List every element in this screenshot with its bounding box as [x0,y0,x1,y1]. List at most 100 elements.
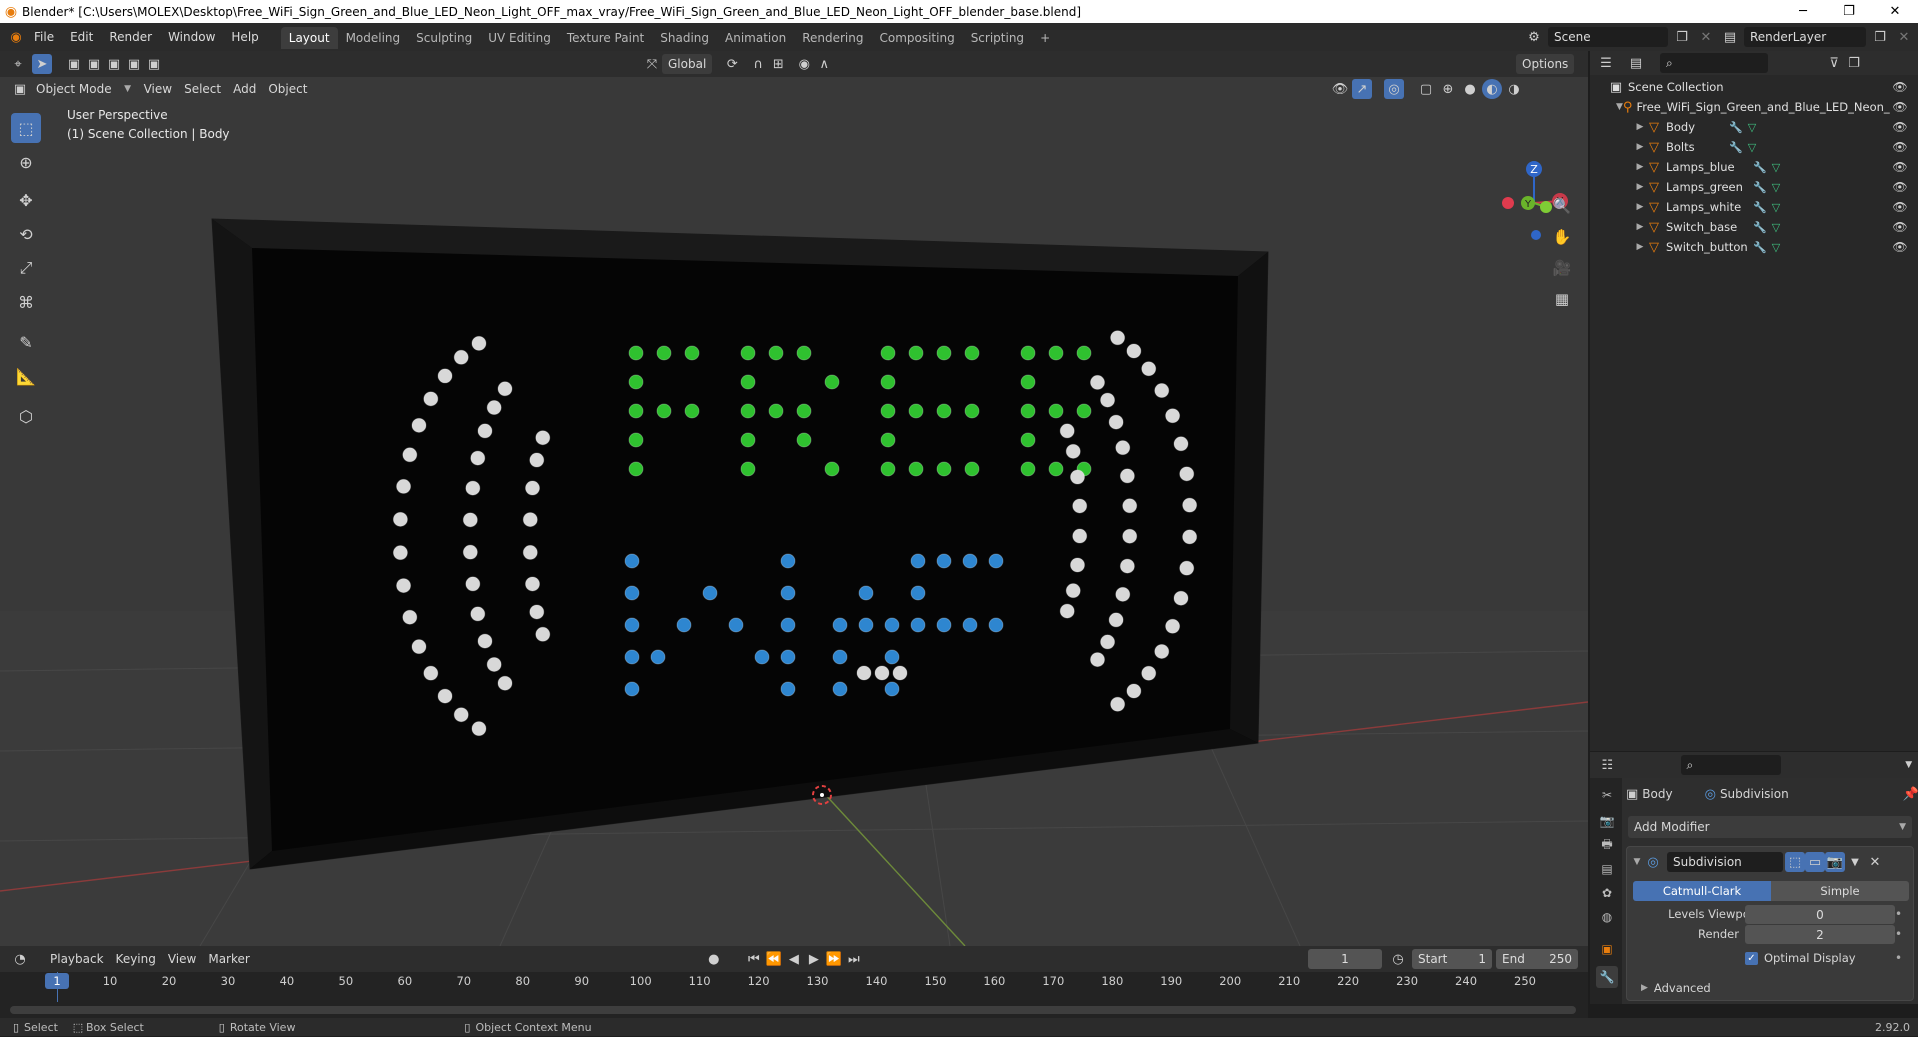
select-box-tool-icon[interactable]: ⬚ [11,113,41,143]
pan-view-icon[interactable]: ✋ [1552,227,1572,247]
menu-file[interactable]: File [26,23,62,51]
clock-icon[interactable]: ◷ [1388,949,1408,969]
modifier-menu-chevron-icon[interactable]: ▼ [1845,852,1865,872]
new-scene-icon[interactable]: ❐ [1672,27,1692,47]
play-reverse-icon[interactable]: ◀ [784,949,804,969]
scene-tab-icon[interactable]: ✿ [1596,882,1618,904]
expand-chevron-icon[interactable]: ▶ [1634,142,1646,152]
outliner-object-row[interactable]: ▶ ▽ Lamps_blue 🔧 ▽ [1634,157,1906,177]
modifier-wrench-icon[interactable]: 🔧 [1728,117,1744,137]
outliner-object-row[interactable]: ▶ ▽ Switch_button 🔧 ▽ [1634,237,1906,257]
record-icon[interactable]: ● [704,949,724,969]
marker-menu[interactable]: Marker [202,949,255,969]
optimal-display-row[interactable]: ✓ Optimal Display [1745,951,1856,965]
current-frame-field[interactable]: 1 [1308,949,1382,969]
advanced-subpanel[interactable]: ▶ Advanced [1641,981,1711,995]
mesh-data-icon[interactable]: ▽ [1768,197,1784,217]
tab-modeling[interactable]: Modeling [338,27,409,49]
scene-collection-row[interactable]: ▣ Scene Collection [1608,77,1880,97]
prev-keyframe-icon[interactable]: ⏪ [764,949,784,969]
view-layer-tab-icon[interactable]: ▤ [1596,858,1618,880]
levels-viewport-field[interactable]: 0 [1745,905,1895,924]
tab-layout[interactable]: Layout [280,27,338,49]
modifier-wrench-icon[interactable]: 🔧 [1752,237,1768,257]
mesh-data-icon[interactable]: ▽ [1768,177,1784,197]
timeline-editor-icon[interactable]: ◔ [10,949,30,969]
mesh-data-icon[interactable]: ▽ [1768,217,1784,237]
rotate-tool-icon[interactable]: ⟲ [11,219,41,249]
tab-uv-editing[interactable]: UV Editing [480,27,559,49]
expand-chevron-icon[interactable]: ▼ [1616,102,1623,112]
zoom-view-icon[interactable]: 🔍 [1552,196,1572,216]
expand-chevron-icon[interactable]: ▶ [1634,182,1646,192]
annotate-tool-icon[interactable]: ✎ [11,327,41,357]
mesh-data-icon[interactable]: ▽ [1768,157,1784,177]
timeline-scrollbar[interactable] [10,1006,1576,1014]
render-toggle-icon[interactable]: 📷 [1825,852,1845,872]
view-layer-icon[interactable]: ▤ [1720,27,1740,47]
modifier-wrench-icon[interactable]: 🔧 [1728,137,1744,157]
play-icon[interactable]: ▶ [804,949,824,969]
delete-scene-icon[interactable]: ✕ [1696,27,1716,47]
visibility-eye-icon[interactable]: 👁 [1890,77,1910,97]
new-collection-icon[interactable]: ❐ [1844,53,1864,73]
output-tab-icon[interactable]: 🖶 [1596,834,1618,856]
modifier-wrench-icon[interactable]: 🔧 [1752,217,1768,237]
collection-row[interactable]: ▼ ⚲ Free_WiFi_Sign_Green_and_Blue_LED_Ne… [1616,97,1890,117]
object-tab-icon[interactable]: ▣ [1596,938,1618,960]
world-tab-icon[interactable]: ◍ [1596,906,1618,928]
scene-icon[interactable]: ⚙ [1524,27,1544,47]
menu-edit[interactable]: Edit [62,23,101,51]
chevron-down-icon[interactable]: ▼ [1899,755,1918,775]
modifier-wrench-icon[interactable]: 🔧 [1752,177,1768,197]
checkbox-checked-icon[interactable]: ✓ [1745,951,1758,965]
scale-tool-icon[interactable]: ⤢ [11,253,41,283]
expand-chevron-icon[interactable]: ▶ [1634,222,1646,232]
outliner-object-row[interactable]: ▶ ▽ Switch_base 🔧 ▽ [1634,217,1906,237]
visibility-eye-icon[interactable]: 👁 [1890,197,1910,217]
pin-icon[interactable]: 📌 [1903,784,1918,804]
blender-menu-icon[interactable]: ◉ [6,27,26,47]
properties-search-input[interactable]: ⌕ [1680,755,1782,775]
tab-scripting[interactable]: Scripting [963,27,1032,49]
jump-end-icon[interactable]: ⏭ [844,949,864,969]
playback-menu[interactable]: Playback [44,949,110,969]
mesh-data-icon[interactable]: ▽ [1744,117,1760,137]
visibility-eye-icon[interactable]: 👁 [1890,217,1910,237]
scene-name-field[interactable]: Scene [1548,27,1668,47]
add-modifier-dropdown[interactable]: Add Modifier ▼ [1628,816,1912,838]
jump-start-icon[interactable]: ⏮ [744,949,764,969]
timeline-ruler[interactable]: 1 10 20 30 40 50 60 70 80 90 100 110 120 130 140 150 160… [0,972,1588,1018]
keyframe-dot-icon[interactable]: • [1895,951,1902,965]
cursor-tool-icon[interactable]: ⊕ [11,147,41,177]
transform-tool-icon[interactable]: ⌘ [11,287,41,317]
modifier-tab-icon[interactable]: 🔧 [1596,966,1618,988]
outliner-object-row[interactable]: ▶ ▽ Body 🔧 ▽ [1634,117,1906,137]
new-layer-icon[interactable]: ❐ [1870,27,1890,47]
end-frame-field[interactable]: End 250 [1496,949,1578,969]
edit-mode-toggle-icon[interactable]: ⬚ [1785,852,1805,872]
menu-help[interactable]: Help [223,23,266,51]
tab-texture-paint[interactable]: Texture Paint [559,27,652,49]
render-tab-icon[interactable]: 📷 [1596,810,1618,832]
outliner-search-input[interactable]: ⌕ [1660,53,1768,73]
modifier-wrench-icon[interactable]: 🔧 [1752,157,1768,177]
expand-chevron-icon[interactable]: ▶ [1634,162,1646,172]
add-workspace-button[interactable]: + [1032,27,1058,49]
tab-compositing[interactable]: Compositing [871,27,962,49]
close-window-button[interactable]: ✕ [1872,0,1918,23]
visibility-eye-icon[interactable]: 👁 [1890,97,1910,117]
viewport-toggle-icon[interactable]: ▭ [1805,852,1825,872]
maximize-button[interactable]: ❐ [1826,0,1872,23]
modifier-wrench-icon[interactable]: 🔧 [1752,197,1768,217]
viewport-3d[interactable]: ⌖ ➤ ▣ ▣ ▣ ▣ ▣ ⤧ Global ⟳ ∩ ⊞ ◉ ∧ Options… [0,51,1588,946]
simple-button[interactable]: Simple [1771,881,1909,901]
tab-shading[interactable]: Shading [652,27,717,49]
measure-tool-icon[interactable]: 📐 [11,361,41,391]
render-levels-field[interactable]: 2 [1745,925,1895,944]
collapse-chevron-icon[interactable]: ▼ [1631,857,1643,867]
visibility-eye-icon[interactable]: 👁 [1890,117,1910,137]
expand-chevron-icon[interactable]: ▶ [1634,242,1646,252]
properties-editor-icon[interactable]: ☷ [1598,755,1617,775]
modifier-name-field[interactable]: Subdivision [1667,852,1783,872]
